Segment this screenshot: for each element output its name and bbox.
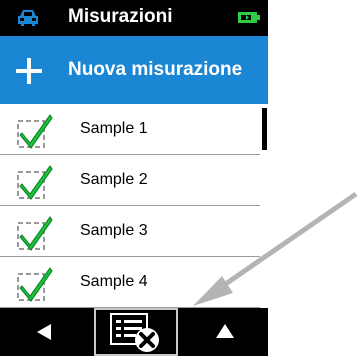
car-icon — [18, 10, 38, 26]
new-measurement-label: Nuova misurazione — [68, 59, 243, 80]
new-measurement-button[interactable]: Nuova misurazione — [0, 36, 268, 104]
up-button[interactable] — [182, 308, 268, 356]
page-title: Misurazioni — [68, 6, 173, 27]
list-item[interactable]: Sample 2 — [0, 155, 260, 206]
back-button[interactable] — [0, 308, 90, 356]
battery-icon — [238, 12, 260, 23]
list-item[interactable]: Sample 3 — [0, 206, 260, 257]
list-item-label: Sample 3 — [80, 222, 148, 239]
bottom-toolbar — [0, 308, 268, 356]
delete-list-icon — [110, 313, 159, 352]
back-triangle-icon — [37, 324, 51, 340]
measurement-list: Sample 1 Sample 2 Sample 3 Sample 4 — [0, 104, 268, 308]
list-item[interactable]: Sample 4 — [0, 257, 260, 308]
checkbox-checked-icon[interactable] — [16, 215, 56, 251]
checkbox-checked-icon[interactable] — [16, 266, 56, 302]
list-item-label: Sample 2 — [80, 171, 148, 188]
up-triangle-icon — [216, 324, 234, 338]
checkbox-checked-icon[interactable] — [16, 164, 56, 200]
list-item-label: Sample 4 — [80, 273, 148, 290]
list-item-label: Sample 1 — [80, 120, 148, 137]
delete-selected-button[interactable] — [94, 308, 178, 356]
checkbox-checked-icon[interactable] — [16, 113, 56, 149]
list-item[interactable]: Sample 1 — [0, 104, 260, 155]
device-screen: Misurazioni Nuova misurazione Sample 1 S… — [0, 0, 268, 356]
list-scrollbar[interactable] — [262, 108, 267, 150]
plus-icon — [16, 58, 42, 84]
title-bar: Misurazioni — [0, 0, 268, 36]
